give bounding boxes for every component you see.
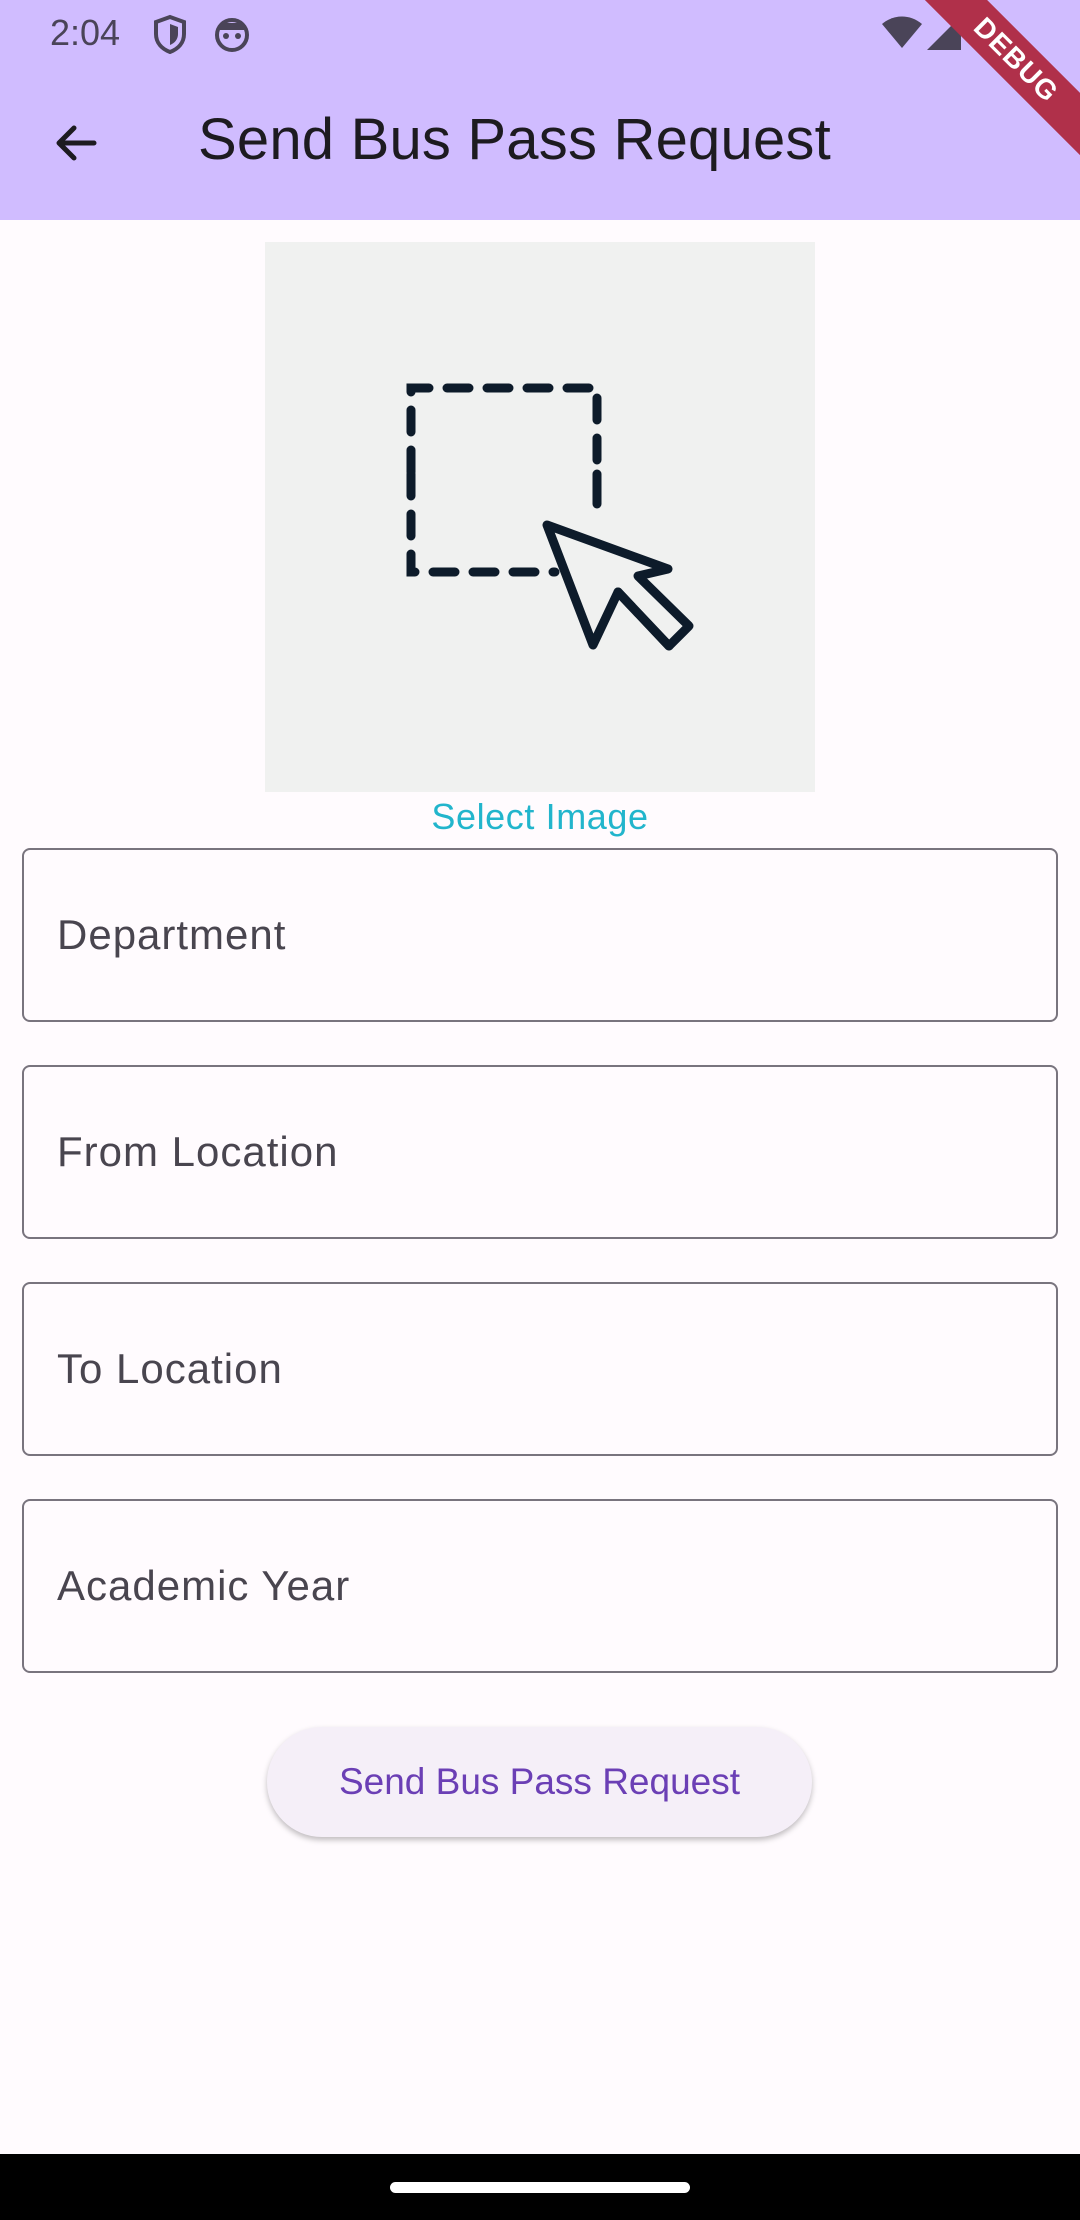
department-field[interactable] <box>22 848 1058 1022</box>
arrow-back-icon <box>52 119 100 172</box>
page-title: Send Bus Pass Request <box>198 107 831 172</box>
to-location-field[interactable] <box>22 1282 1058 1456</box>
from-location-field[interactable] <box>22 1065 1058 1239</box>
image-picker[interactable] <box>265 242 815 792</box>
system-navigation-bar <box>0 2154 1080 2220</box>
android-icon <box>212 14 252 59</box>
app-bar: 2:04 Send Bus Pass Request DEBUG <box>0 0 1080 220</box>
academic-year-input[interactable] <box>24 1501 1056 1671</box>
status-time: 2:04 <box>50 12 121 53</box>
send-bus-pass-request-button[interactable]: Send Bus Pass Request <box>267 1727 812 1837</box>
academic-year-field[interactable] <box>22 1499 1058 1673</box>
back-button[interactable] <box>36 105 116 185</box>
select-image-link[interactable]: Select Image <box>0 796 1080 838</box>
home-gesture-handle[interactable] <box>390 2182 690 2193</box>
debug-banner: DEBUG <box>910 0 1080 170</box>
from-location-input[interactable] <box>24 1067 1056 1237</box>
debug-banner-label: DEBUG <box>910 0 1080 168</box>
to-location-input[interactable] <box>24 1284 1056 1454</box>
department-input[interactable] <box>24 850 1056 1020</box>
shield-icon <box>152 14 188 59</box>
